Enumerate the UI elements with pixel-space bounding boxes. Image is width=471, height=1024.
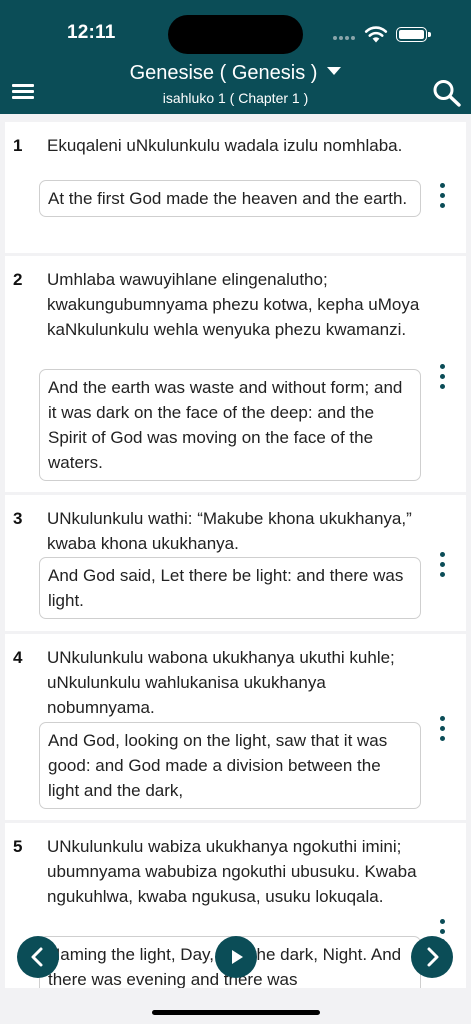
- more-vertical-icon[interactable]: [432, 183, 452, 209]
- home-indicator[interactable]: [152, 1010, 320, 1015]
- play-icon: [232, 950, 243, 964]
- home-indicator-area: [0, 988, 471, 1024]
- verse-translation[interactable]: And God said, Let there be light: and th…: [39, 557, 421, 619]
- verse-text[interactable]: UNkulunkulu wabona ukukhanya ukuthi kuhl…: [47, 645, 422, 720]
- verse-number: 5: [13, 837, 23, 856]
- book-title: Genesise ( Genesis ): [129, 62, 318, 84]
- more-vertical-icon[interactable]: [432, 364, 452, 390]
- verse-text[interactable]: UNkulunkulu wabiza ukukhanya ngokuthi im…: [47, 834, 422, 909]
- verse-translation[interactable]: At the first God made the heaven and the…: [39, 180, 421, 217]
- status-bar: 12:11: [0, 0, 471, 62]
- verse-text[interactable]: UNkulunkulu wathi: “Makube khona ukukhan…: [47, 506, 422, 556]
- verse-number: 3: [13, 509, 23, 528]
- more-vertical-icon[interactable]: [432, 716, 452, 742]
- verse-item: 2 Umhlaba wawuyihlane elingenalutho; kwa…: [5, 256, 466, 492]
- verse-number: 1: [13, 136, 23, 155]
- search-icon[interactable]: [432, 79, 462, 107]
- verse-translation[interactable]: And God, looking on the light, saw that …: [39, 722, 421, 809]
- verse-list[interactable]: 1 Ekuqaleni uNkulunkulu wadala izulu nom…: [0, 114, 471, 988]
- verse-translation[interactable]: And the earth was waste and without form…: [39, 369, 421, 481]
- chapter-title[interactable]: isahluko 1 ( Chapter 1 ): [90, 88, 381, 108]
- dropdown-caret-icon: [327, 67, 342, 75]
- verse-item: 4 UNkulunkulu wabona ukukhanya ukuthi ku…: [5, 634, 466, 820]
- play-audio-button[interactable]: [215, 936, 257, 978]
- cellular-signal-icon: [333, 36, 359, 42]
- hamburger-icon: [12, 84, 34, 87]
- book-title-row[interactable]: Genesise ( Genesis ): [90, 60, 381, 86]
- previous-chapter-button[interactable]: [17, 936, 59, 978]
- verse-text[interactable]: Ekuqaleni uNkulunkulu wadala izulu nomhl…: [47, 133, 422, 158]
- verse-number: 2: [13, 270, 23, 289]
- menu-button[interactable]: [12, 82, 35, 100]
- more-vertical-icon[interactable]: [432, 552, 452, 578]
- battery-icon: [396, 27, 431, 42]
- chevron-right-icon: [427, 947, 439, 967]
- verse-item: 3 UNkulunkulu wathi: “Makube khona ukukh…: [5, 495, 466, 631]
- chevron-left-icon: [31, 947, 43, 967]
- status-time: 12:11: [67, 22, 116, 43]
- app-header: 12:11 Genesise ( Genesis ) isahluko 1 ( …: [0, 0, 471, 114]
- wifi-icon: [364, 26, 388, 43]
- verse-number: 4: [13, 648, 23, 667]
- verse-text[interactable]: Umhlaba wawuyihlane elingenalutho; kwaku…: [47, 267, 422, 342]
- next-chapter-button[interactable]: [411, 936, 453, 978]
- dynamic-island: [168, 15, 303, 54]
- verse-item: 1 Ekuqaleni uNkulunkulu wadala izulu nom…: [5, 122, 466, 253]
- book-selector[interactable]: Genesise ( Genesis ) isahluko 1 ( Chapte…: [90, 60, 381, 108]
